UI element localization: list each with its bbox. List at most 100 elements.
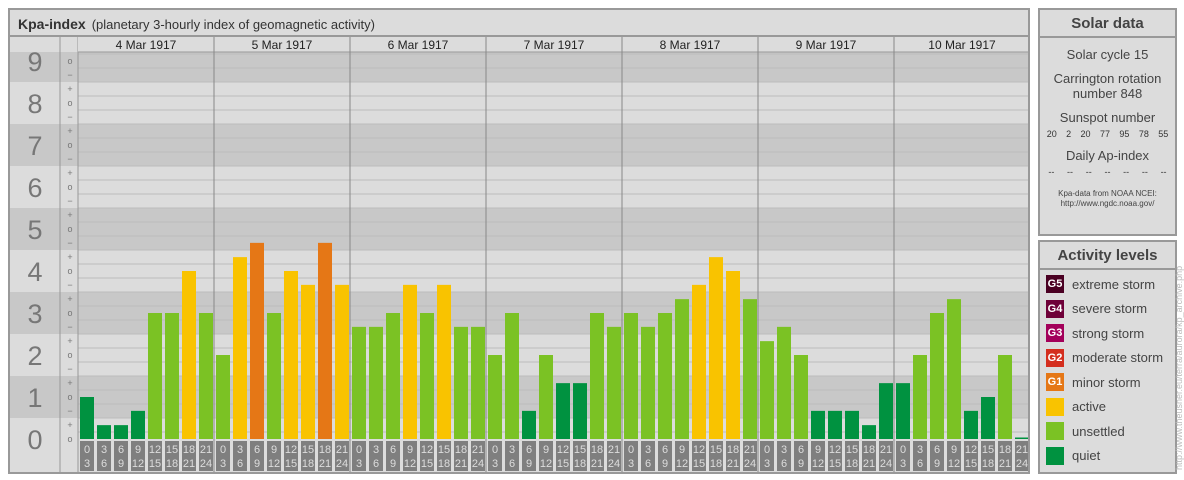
kp-bar[interactable] bbox=[522, 410, 536, 439]
hour-label-start: 6 bbox=[934, 444, 940, 456]
hour-label-end: 12 bbox=[132, 458, 144, 470]
kp-bar[interactable] bbox=[301, 284, 315, 439]
kp-bar[interactable] bbox=[165, 313, 179, 439]
kp-bar[interactable] bbox=[267, 313, 281, 439]
kp-bar[interactable] bbox=[896, 383, 910, 439]
source-link[interactable]: http://www.ngdc.noaa.gov/ bbox=[1040, 199, 1175, 209]
kp-bar[interactable] bbox=[114, 425, 128, 439]
kp-bar[interactable] bbox=[284, 271, 298, 439]
legend-item: active bbox=[1040, 395, 1175, 420]
kp-bar[interactable] bbox=[760, 341, 774, 439]
legend-swatch: G3 bbox=[1046, 324, 1064, 343]
kp-bar[interactable] bbox=[675, 299, 689, 439]
hour-label-end: 12 bbox=[948, 458, 960, 470]
kp-bar[interactable] bbox=[641, 326, 655, 439]
kp-bar[interactable] bbox=[981, 397, 995, 439]
kp-bar[interactable] bbox=[692, 284, 706, 439]
kp-bar[interactable] bbox=[607, 326, 621, 439]
hour-label-end: 18 bbox=[846, 458, 858, 470]
band-4 bbox=[10, 250, 1028, 292]
kp-bar[interactable] bbox=[1015, 437, 1028, 440]
hour-label-end: 21 bbox=[591, 458, 603, 470]
sunspot-value: 77 bbox=[1099, 129, 1110, 139]
kp-bar[interactable] bbox=[794, 355, 808, 439]
kp-bar[interactable] bbox=[318, 242, 332, 439]
kp-bar[interactable] bbox=[420, 313, 434, 439]
kp-bar[interactable] bbox=[335, 284, 349, 439]
hour-label-end: 21 bbox=[455, 458, 467, 470]
kp-bar[interactable] bbox=[828, 410, 842, 439]
kp-bar[interactable] bbox=[658, 313, 672, 439]
y-subtick: − bbox=[67, 280, 72, 290]
kp-bar[interactable] bbox=[437, 284, 451, 439]
y-tick-3: 3 bbox=[27, 299, 42, 329]
kp-bar[interactable] bbox=[624, 313, 638, 439]
kp-bar[interactable] bbox=[879, 383, 893, 439]
hour-label-end: 24 bbox=[880, 458, 892, 470]
kp-bar[interactable] bbox=[998, 355, 1012, 439]
kp-bar[interactable] bbox=[726, 271, 740, 439]
kp-bar[interactable] bbox=[573, 383, 587, 439]
kp-bar[interactable] bbox=[80, 397, 94, 439]
kp-bar[interactable] bbox=[148, 313, 162, 439]
hour-label-start: 3 bbox=[237, 444, 243, 456]
kp-bar[interactable] bbox=[556, 383, 570, 439]
hour-label-start: 18 bbox=[455, 444, 467, 456]
hour-label-start: 9 bbox=[951, 444, 957, 456]
kp-bar[interactable] bbox=[352, 326, 366, 439]
kp-bar[interactable] bbox=[930, 313, 944, 439]
kp-bar[interactable] bbox=[811, 410, 825, 439]
legend-swatch bbox=[1046, 397, 1064, 416]
y-tick-2: 2 bbox=[27, 341, 42, 371]
kp-bar[interactable] bbox=[471, 326, 485, 439]
kp-bar[interactable] bbox=[216, 355, 230, 439]
legend-item: G2 moderate storm bbox=[1040, 346, 1175, 371]
hour-label-end: 9 bbox=[526, 458, 532, 470]
hour-label-start: 21 bbox=[336, 444, 348, 456]
day-label: 4 Mar 1917 bbox=[116, 38, 177, 52]
hour-label-end: 3 bbox=[84, 458, 90, 470]
hour-label-end: 9 bbox=[390, 458, 396, 470]
kp-bar[interactable] bbox=[743, 299, 757, 439]
source-text: Kpa-data from NOAA NCEI: bbox=[1058, 189, 1157, 198]
kp-bar[interactable] bbox=[454, 326, 468, 439]
sunspot-value: 20 bbox=[1080, 129, 1091, 139]
kp-bar[interactable] bbox=[233, 257, 247, 439]
hour-label-start: 0 bbox=[900, 444, 906, 456]
hour-label-start: 18 bbox=[591, 444, 603, 456]
legend-item: G1 minor storm bbox=[1040, 370, 1175, 395]
y-tick-1: 1 bbox=[27, 383, 42, 413]
kp-bar[interactable] bbox=[539, 355, 553, 439]
kp-bar[interactable] bbox=[845, 410, 859, 439]
ap-value: -- bbox=[1048, 167, 1055, 177]
hour-label-end: 12 bbox=[676, 458, 688, 470]
kp-bar[interactable] bbox=[862, 425, 876, 439]
y-tick-9: 9 bbox=[27, 47, 42, 77]
hour-label-end: 12 bbox=[268, 458, 280, 470]
kp-bar[interactable] bbox=[403, 284, 417, 439]
hour-label-end: 15 bbox=[693, 458, 705, 470]
kp-bar[interactable] bbox=[386, 313, 400, 439]
y-subtick: − bbox=[67, 364, 72, 374]
ap-value: -- bbox=[1104, 167, 1111, 177]
kp-bar[interactable] bbox=[182, 271, 196, 439]
hour-label-start: 12 bbox=[285, 444, 297, 456]
kp-bar[interactable] bbox=[590, 313, 604, 439]
kp-chart-panel: Kpa-index (planetary 3-hourly index of ge… bbox=[8, 8, 1030, 474]
kp-bar[interactable] bbox=[199, 313, 213, 439]
kp-bar[interactable] bbox=[505, 313, 519, 439]
kp-bar[interactable] bbox=[777, 326, 791, 439]
hour-label-end: 9 bbox=[662, 458, 668, 470]
kp-bar[interactable] bbox=[488, 355, 502, 439]
kp-bar[interactable] bbox=[369, 326, 383, 439]
kp-bar[interactable] bbox=[947, 299, 961, 439]
hour-label-start: 3 bbox=[373, 444, 379, 456]
kp-bar[interactable] bbox=[964, 410, 978, 439]
hour-label-start: 12 bbox=[149, 444, 161, 456]
kp-bar[interactable] bbox=[250, 242, 264, 439]
legend-swatch bbox=[1046, 422, 1064, 441]
kp-bar[interactable] bbox=[709, 257, 723, 439]
kp-bar[interactable] bbox=[97, 425, 111, 439]
kp-bar[interactable] bbox=[913, 355, 927, 439]
kp-bar[interactable] bbox=[131, 410, 145, 439]
